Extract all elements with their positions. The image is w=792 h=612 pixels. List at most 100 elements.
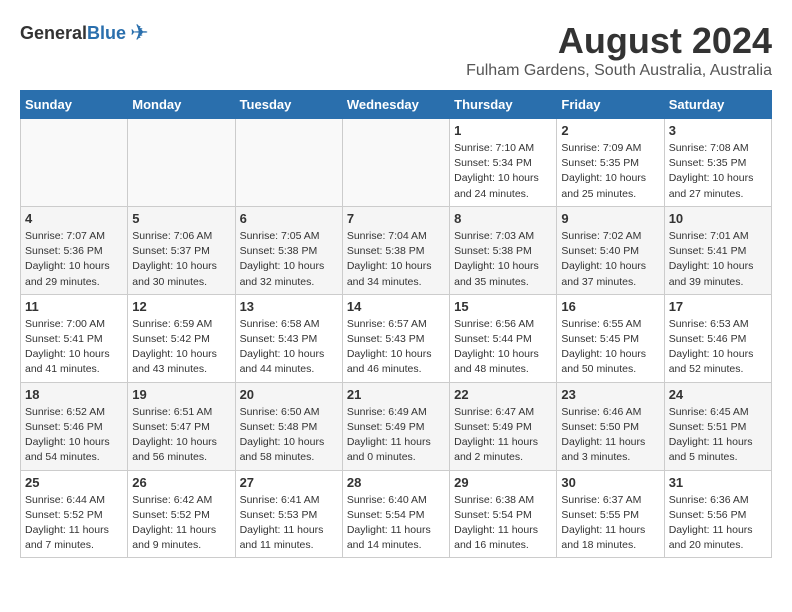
logo-bird-icon: ✈ [130,20,148,46]
calendar-cell: 10 Sunrise: 7:01 AM Sunset: 5:41 PM Dayli… [664,206,771,294]
day-info: Sunrise: 6:41 AM Sunset: 5:53 PM Dayligh… [240,493,338,554]
day-number: 23 [561,387,659,402]
day-info: Sunrise: 6:55 AM Sunset: 5:45 PM Dayligh… [561,317,659,378]
logo: GeneralBlue ✈ [20,20,149,46]
day-info: Sunrise: 6:44 AM Sunset: 5:52 PM Dayligh… [25,493,123,554]
day-number: 29 [454,475,552,490]
day-info: Sunrise: 7:04 AM Sunset: 5:38 PM Dayligh… [347,229,445,290]
day-number: 24 [669,387,767,402]
calendar-table: SundayMondayTuesdayWednesdayThursdayFrid… [20,90,772,558]
day-number: 18 [25,387,123,402]
day-info: Sunrise: 6:57 AM Sunset: 5:43 PM Dayligh… [347,317,445,378]
logo-general: General [20,23,87,43]
day-info: Sunrise: 6:40 AM Sunset: 5:54 PM Dayligh… [347,493,445,554]
day-info: Sunrise: 7:00 AM Sunset: 5:41 PM Dayligh… [25,317,123,378]
weekday-header-tuesday: Tuesday [235,91,342,119]
calendar-cell: 1 Sunrise: 7:10 AM Sunset: 5:34 PM Daylig… [450,119,557,207]
calendar-cell: 4 Sunrise: 7:07 AM Sunset: 5:36 PM Daylig… [21,206,128,294]
week-row-5: 25 Sunrise: 6:44 AM Sunset: 5:52 PM Dayli… [21,470,772,558]
calendar-cell: 3 Sunrise: 7:08 AM Sunset: 5:35 PM Daylig… [664,119,771,207]
day-info: Sunrise: 7:03 AM Sunset: 5:38 PM Dayligh… [454,229,552,290]
day-number: 15 [454,299,552,314]
calendar-cell: 30 Sunrise: 6:37 AM Sunset: 5:55 PM Dayli… [557,470,664,558]
day-info: Sunrise: 7:01 AM Sunset: 5:41 PM Dayligh… [669,229,767,290]
calendar-cell: 13 Sunrise: 6:58 AM Sunset: 5:43 PM Dayli… [235,294,342,382]
day-info: Sunrise: 6:38 AM Sunset: 5:54 PM Dayligh… [454,493,552,554]
calendar-cell: 14 Sunrise: 6:57 AM Sunset: 5:43 PM Dayli… [342,294,449,382]
calendar-cell: 20 Sunrise: 6:50 AM Sunset: 5:48 PM Dayli… [235,382,342,470]
calendar-cell: 8Sunrise: 7:03 AM Sunset: 5:38 PM Daylig… [450,206,557,294]
day-info: Sunrise: 6:52 AM Sunset: 5:46 PM Dayligh… [25,405,123,466]
day-info: Sunrise: 6:58 AM Sunset: 5:43 PM Dayligh… [240,317,338,378]
weekday-header-row: SundayMondayTuesdayWednesdayThursdayFrid… [21,91,772,119]
day-number: 31 [669,475,767,490]
calendar-cell: 7 Sunrise: 7:04 AM Sunset: 5:38 PM Daylig… [342,206,449,294]
day-number: 5 [132,211,230,226]
day-info: Sunrise: 7:05 AM Sunset: 5:38 PM Dayligh… [240,229,338,290]
day-info: Sunrise: 6:49 AM Sunset: 5:49 PM Dayligh… [347,405,445,466]
day-info: Sunrise: 6:47 AM Sunset: 5:49 PM Dayligh… [454,405,552,466]
calendar-cell: 19Sunrise: 6:51 AM Sunset: 5:47 PM Dayli… [128,382,235,470]
calendar-cell: 28Sunrise: 6:40 AM Sunset: 5:54 PM Dayli… [342,470,449,558]
week-row-4: 18 Sunrise: 6:52 AM Sunset: 5:46 PM Dayli… [21,382,772,470]
day-info: Sunrise: 7:08 AM Sunset: 5:35 PM Dayligh… [669,141,767,202]
day-info: Sunrise: 6:36 AM Sunset: 5:56 PM Dayligh… [669,493,767,554]
calendar-cell: 21 Sunrise: 6:49 AM Sunset: 5:49 PM Dayli… [342,382,449,470]
day-info: Sunrise: 7:09 AM Sunset: 5:35 PM Dayligh… [561,141,659,202]
calendar-cell: 18 Sunrise: 6:52 AM Sunset: 5:46 PM Dayli… [21,382,128,470]
day-info: Sunrise: 6:50 AM Sunset: 5:48 PM Dayligh… [240,405,338,466]
day-number: 20 [240,387,338,402]
day-number: 3 [669,123,767,138]
day-number: 7 [347,211,445,226]
day-info: Sunrise: 7:02 AM Sunset: 5:40 PM Dayligh… [561,229,659,290]
calendar-cell: 11Sunrise: 7:00 AM Sunset: 5:41 PM Dayli… [21,294,128,382]
day-info: Sunrise: 6:42 AM Sunset: 5:52 PM Dayligh… [132,493,230,554]
title-block: August 2024 Fulham Gardens, South Austra… [466,20,772,80]
weekday-header-friday: Friday [557,91,664,119]
day-number: 4 [25,211,123,226]
calendar-cell: 15 Sunrise: 6:56 AM Sunset: 5:44 PM Dayli… [450,294,557,382]
day-number: 17 [669,299,767,314]
day-number: 9 [561,211,659,226]
calendar-cell [235,119,342,207]
calendar-cell: 27 Sunrise: 6:41 AM Sunset: 5:53 PM Dayli… [235,470,342,558]
day-info: Sunrise: 6:46 AM Sunset: 5:50 PM Dayligh… [561,405,659,466]
day-info: Sunrise: 6:53 AM Sunset: 5:46 PM Dayligh… [669,317,767,378]
day-number: 1 [454,123,552,138]
calendar-cell: 26Sunrise: 6:42 AM Sunset: 5:52 PM Dayli… [128,470,235,558]
weekday-header-wednesday: Wednesday [342,91,449,119]
day-number: 27 [240,475,338,490]
day-number: 22 [454,387,552,402]
week-row-3: 11Sunrise: 7:00 AM Sunset: 5:41 PM Dayli… [21,294,772,382]
day-number: 19 [132,387,230,402]
calendar-cell: 16 Sunrise: 6:55 AM Sunset: 5:45 PM Dayli… [557,294,664,382]
day-number: 21 [347,387,445,402]
day-info: Sunrise: 7:10 AM Sunset: 5:34 PM Dayligh… [454,141,552,202]
week-row-2: 4 Sunrise: 7:07 AM Sunset: 5:36 PM Daylig… [21,206,772,294]
day-number: 10 [669,211,767,226]
calendar-cell: 5Sunrise: 7:06 AM Sunset: 5:37 PM Daylig… [128,206,235,294]
day-number: 14 [347,299,445,314]
day-number: 25 [25,475,123,490]
weekday-header-thursday: Thursday [450,91,557,119]
month-title: August 2024 [466,20,772,62]
calendar-cell [128,119,235,207]
week-row-1: 1 Sunrise: 7:10 AM Sunset: 5:34 PM Daylig… [21,119,772,207]
day-number: 12 [132,299,230,314]
calendar-cell: 22 Sunrise: 6:47 AM Sunset: 5:49 PM Dayli… [450,382,557,470]
calendar-cell: 12 Sunrise: 6:59 AM Sunset: 5:42 PM Dayli… [128,294,235,382]
day-number: 16 [561,299,659,314]
day-info: Sunrise: 7:07 AM Sunset: 5:36 PM Dayligh… [25,229,123,290]
day-number: 30 [561,475,659,490]
day-number: 6 [240,211,338,226]
day-info: Sunrise: 6:56 AM Sunset: 5:44 PM Dayligh… [454,317,552,378]
day-info: Sunrise: 6:59 AM Sunset: 5:42 PM Dayligh… [132,317,230,378]
day-info: Sunrise: 6:37 AM Sunset: 5:55 PM Dayligh… [561,493,659,554]
day-info: Sunrise: 6:45 AM Sunset: 5:51 PM Dayligh… [669,405,767,466]
day-number: 13 [240,299,338,314]
calendar-cell [21,119,128,207]
page-header: GeneralBlue ✈ August 2024 Fulham Gardens… [20,20,772,80]
logo-text: GeneralBlue [20,23,126,44]
calendar-cell: 2Sunrise: 7:09 AM Sunset: 5:35 PM Daylig… [557,119,664,207]
calendar-cell: 31 Sunrise: 6:36 AM Sunset: 5:56 PM Dayli… [664,470,771,558]
